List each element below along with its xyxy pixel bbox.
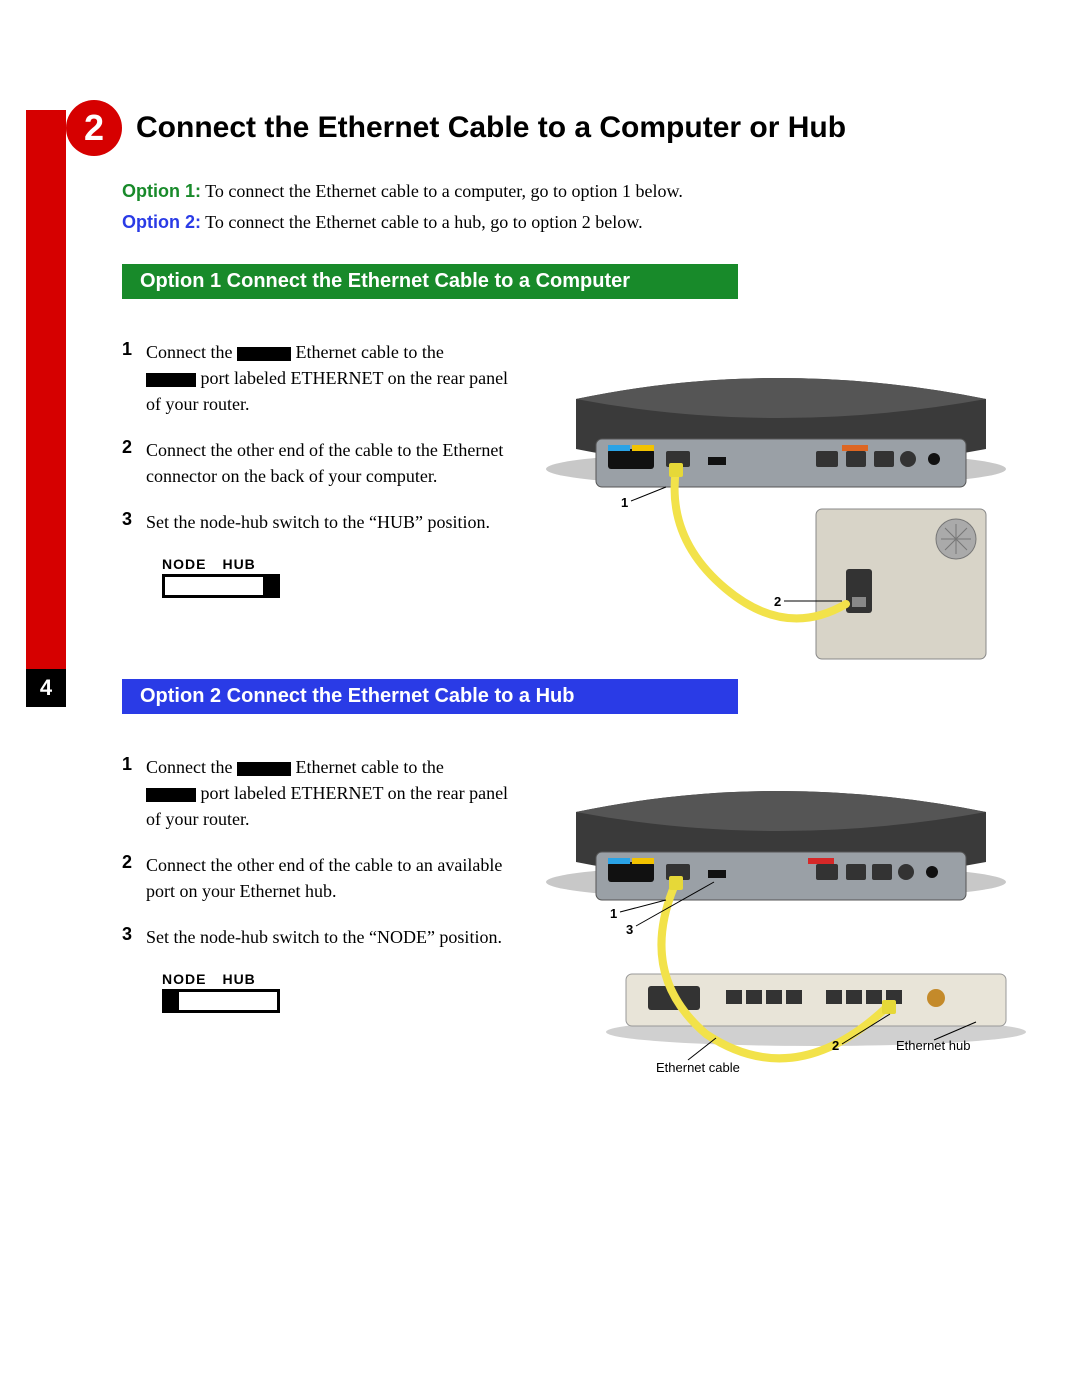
option2-intro-text: To connect the Ethernet cable to a hub, … [201, 212, 643, 232]
step-num: 3 [122, 924, 146, 945]
svg-text:2: 2 [832, 1038, 839, 1053]
svg-text:2: 2 [774, 594, 781, 609]
step-text: Connect the Ethernet cable to the port l… [146, 754, 516, 832]
switch-thumb-node [165, 992, 179, 1010]
redacted-text [146, 788, 196, 802]
step-text: Set the node-hub switch to the “NODE” po… [146, 924, 502, 950]
option1-heading: Option 1 Connect the Ethernet Cable to a… [122, 264, 738, 299]
option1-label: Option 1: [122, 181, 201, 201]
option2-heading: Option 2 Connect the Ethernet Cable to a… [122, 679, 738, 714]
page-title: Connect the Ethernet Cable to a Computer… [136, 111, 846, 145]
step-num: 1 [122, 339, 146, 360]
step-badge: 2 [66, 100, 122, 156]
svg-text:1: 1 [621, 495, 628, 510]
svg-text:1: 1 [610, 906, 617, 921]
redacted-text [237, 762, 291, 776]
option2-label: Option 2: [122, 212, 201, 232]
switch-thumb-hub [263, 577, 277, 595]
step-text: Connect the other end of the cable to th… [146, 437, 516, 489]
intro-block: Option 1: To connect the Ethernet cable … [122, 178, 1056, 236]
step-text: Set the node-hub switch to the “HUB” pos… [146, 509, 490, 535]
svg-text:Ethernet hub: Ethernet hub [896, 1038, 970, 1053]
option1-diagram: 1 2 [516, 339, 1056, 669]
step-num: 3 [122, 509, 146, 530]
step-num: 2 [122, 852, 146, 873]
svg-text:3: 3 [626, 922, 633, 937]
option2-diagram: 1 3 2 Ethernet cable Ethernet hub [516, 754, 1056, 1114]
node-hub-switch: NODEHUB [162, 556, 516, 598]
step-text: Connect the Ethernet cable to the port l… [146, 339, 516, 417]
step-num: 1 [122, 754, 146, 775]
option2-steps: 1 Connect the Ethernet cable to the port… [122, 754, 516, 1013]
node-hub-switch: NODEHUB [162, 971, 516, 1013]
step-text: Connect the other end of the cable to an… [146, 852, 516, 904]
step-num: 2 [122, 437, 146, 458]
page-number: 4 [26, 669, 66, 707]
option1-steps: 1 Connect the Ethernet cable to the port… [122, 339, 516, 598]
redacted-text [146, 373, 196, 387]
redacted-text [237, 347, 291, 361]
option1-intro-text: To connect the Ethernet cable to a compu… [201, 181, 683, 201]
svg-text:Ethernet cable: Ethernet cable [656, 1060, 740, 1075]
